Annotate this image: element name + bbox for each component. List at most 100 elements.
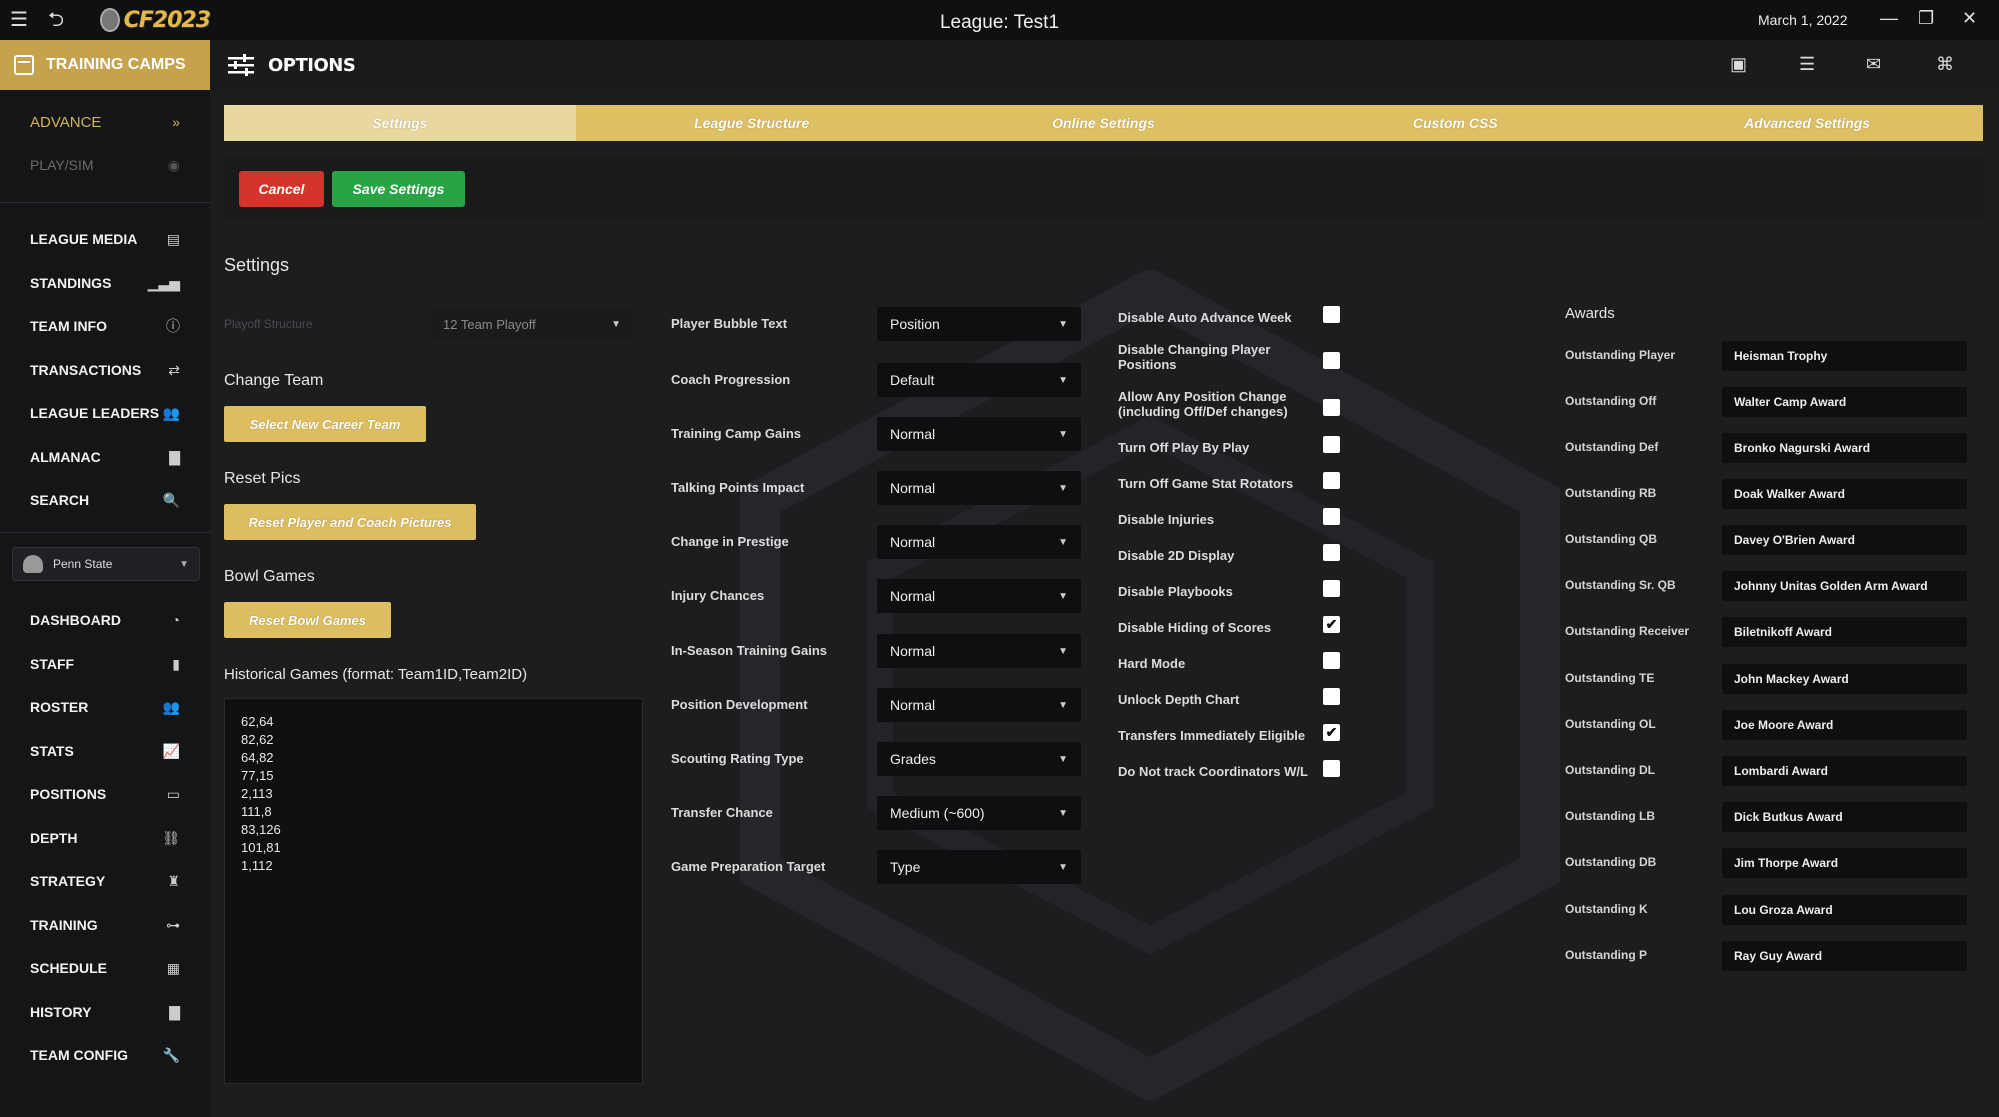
tab-online-settings[interactable]: Online Settings (928, 105, 1280, 141)
select-new-career-team-button[interactable]: Select New Career Team (224, 406, 426, 442)
award-input-outstanding-rb[interactable]: Doak Walker Award (1722, 479, 1967, 509)
sidebar-item-league-leaders[interactable]: LEAGUE LEADERS 👥 (0, 393, 210, 433)
award-label: Outstanding Def (1565, 440, 1659, 454)
caret-down-icon: ▼ (1058, 318, 1068, 330)
award-label: Outstanding Receiver (1565, 624, 1690, 638)
sidebar-item-almanac[interactable]: ALMANAC ▇ (0, 437, 210, 477)
award-input-outstanding-def[interactable]: Bronko Nagurski Award (1722, 433, 1967, 463)
sidebar-advance[interactable]: ADVANCE » (0, 102, 210, 142)
training-camp-gains-select[interactable]: Normal ▼ (877, 417, 1081, 451)
award-input-outstanding-receiver[interactable]: Biletnikoff Award (1722, 617, 1967, 647)
line-chart-icon: 📈 (162, 742, 180, 759)
award-input-outstanding-ol[interactable]: Joe Moore Award (1722, 710, 1967, 740)
award-input-outstanding-dl[interactable]: Lombardi Award (1722, 756, 1967, 786)
historical-games-heading: Historical Games (format: Team1ID,Team2I… (224, 666, 528, 683)
scouting-rating-type-select[interactable]: Grades ▼ (877, 742, 1081, 776)
in-season-training-gains-select[interactable]: Normal ▼ (877, 634, 1081, 668)
mail-icon[interactable]: ✉ (1866, 54, 1881, 75)
sidebar-item-strategy[interactable]: STRATEGY ♜ (0, 861, 210, 901)
sidebar-item-schedule[interactable]: SCHEDULE ▦ (0, 948, 210, 988)
injury-chances-select[interactable]: Normal ▼ (877, 579, 1081, 613)
dropdown-label: Game Preparation Target (671, 859, 826, 874)
sidebar-item-training[interactable]: TRAINING ⊶ (0, 905, 210, 945)
disable-playbooks-checkbox[interactable] (1323, 580, 1340, 597)
checkbox-label: Turn Off Game Stat Rotators (1118, 476, 1294, 491)
talking-points-impact-select[interactable]: Normal ▼ (877, 471, 1081, 505)
award-input-outstanding-k[interactable]: Lou Groza Award (1722, 895, 1967, 925)
allow-any-position-change-checkbox[interactable] (1323, 399, 1340, 416)
checkbox-label: Disable Injuries (1118, 512, 1215, 527)
caret-down-icon: ▼ (1058, 536, 1068, 548)
disable-injuries-checkbox[interactable] (1323, 508, 1340, 525)
award-input-outstanding-db[interactable]: Jim Thorpe Award (1722, 848, 1967, 878)
award-input-outstanding-sr-qb[interactable]: Johnny Unitas Golden Arm Award (1722, 571, 1967, 601)
sidebar-item-league-media[interactable]: LEAGUE MEDIA ▤ (0, 219, 210, 259)
newspaper-icon: ▤ (166, 230, 180, 247)
title-bar: ☰ ⮌ CF2023 League: Test1 March 1, 2022 —… (0, 0, 1999, 40)
player-bubble-text-select[interactable]: Position ▼ (877, 307, 1081, 341)
transfers-immediately-eligible-checkbox[interactable]: ✔ (1323, 724, 1340, 741)
sidebar-item-stats[interactable]: STATS 📈 (0, 731, 210, 771)
disable-hiding-of-scores-checkbox[interactable]: ✔ (1323, 616, 1340, 633)
sidebar-play-sim[interactable]: PLAY/SIM ◉ (0, 145, 210, 185)
award-input-outstanding-p[interactable]: Ray Guy Award (1722, 941, 1967, 971)
checkbox-label: Allow Any Position Change (including Off… (1118, 389, 1288, 419)
sidebar-item-staff[interactable]: STAFF ▮ (0, 644, 210, 684)
tab-custom-css[interactable]: Custom CSS (1279, 105, 1631, 141)
sidebar-item-standings[interactable]: STANDINGS ▁▃▅ (0, 263, 210, 303)
award-input-outstanding-off[interactable]: Walter Camp Award (1722, 387, 1967, 417)
caret-down-icon: ▼ (1058, 699, 1068, 711)
game-preparation-target-select[interactable]: Type ▼ (877, 850, 1081, 884)
sidebar-item-dashboard[interactable]: DASHBOARD ◔ (0, 600, 210, 640)
chess-icon: ♜ (167, 872, 180, 889)
disable-2d-display-checkbox[interactable] (1323, 544, 1340, 561)
position-development-select[interactable]: Normal ▼ (877, 688, 1081, 722)
briefcase-icon[interactable]: ▣ (1730, 54, 1747, 75)
award-input-outstanding-player[interactable]: Heisman Trophy (1722, 341, 1967, 371)
reset-bowl-games-button[interactable]: Reset Bowl Games (224, 602, 391, 638)
tab-league-structure[interactable]: League Structure (576, 105, 928, 141)
sidebar-item-transactions[interactable]: TRANSACTIONS ⇄ (0, 350, 210, 390)
cancel-button[interactable]: Cancel (239, 171, 324, 207)
training-camps-button[interactable]: TRAINING CAMPS (0, 40, 210, 90)
sidebar-item-history[interactable]: HISTORY ▇ (0, 992, 210, 1032)
award-input-outstanding-qb[interactable]: Davey O'Brien Award (1722, 525, 1967, 555)
checkbox-label: Disable Auto Advance Week (1118, 310, 1292, 325)
checkbox-label: Disable 2D Display (1118, 548, 1235, 563)
award-input-outstanding-lb[interactable]: Dick Butkus Award (1722, 802, 1967, 832)
turn-off-play-by-play-checkbox[interactable] (1323, 436, 1340, 453)
reset-player-coach-pictures-button[interactable]: Reset Player and Coach Pictures (224, 504, 476, 540)
sidebar-item-team-config[interactable]: TEAM CONFIG 🔧 (0, 1035, 210, 1075)
maximize-icon[interactable]: ❐ (1918, 8, 1934, 29)
award-label: Outstanding RB (1565, 486, 1657, 500)
transfer-chance-select[interactable]: Medium (~600) ▼ (877, 796, 1081, 830)
dropdown-label: Injury Chances (671, 588, 765, 603)
minimize-icon[interactable]: — (1880, 8, 1898, 29)
users-icon: 👥 (162, 404, 180, 421)
turn-off-game-stat-rotators-checkbox[interactable] (1323, 472, 1340, 489)
sidebar-item-roster[interactable]: ROSTER 👥 (0, 687, 210, 727)
double-chevron-right-icon: » (172, 114, 180, 130)
unlock-depth-chart-checkbox[interactable] (1323, 688, 1340, 705)
disable-auto-advance-week-checkbox[interactable] (1323, 306, 1340, 323)
database-icon[interactable]: ☰ (1799, 54, 1815, 75)
sidebar-item-search[interactable]: SEARCH 🔍 (0, 480, 210, 520)
tab-settings[interactable]: Settings (224, 105, 576, 141)
disable-changing-player-positions-checkbox[interactable] (1323, 352, 1340, 369)
team-selector[interactable]: Penn State ▼ (12, 547, 200, 581)
tab-advanced-settings[interactable]: Advanced Settings (1631, 105, 1983, 141)
coach-progression-select[interactable]: Default ▼ (877, 363, 1081, 397)
do-not-track-coordinators-checkbox[interactable] (1323, 760, 1340, 777)
save-settings-button[interactable]: Save Settings (332, 171, 465, 207)
sidebar-item-positions[interactable]: POSITIONS ▭ (0, 774, 210, 814)
historical-games-textarea[interactable]: 62,64 82,62 64,82 77,15 2,113 111,8 83,1… (224, 698, 643, 1084)
change-in-prestige-select[interactable]: Normal ▼ (877, 525, 1081, 559)
sidebar-item-depth[interactable]: DEPTH ⛓ (0, 818, 210, 858)
id-card-icon: ▭ (166, 785, 180, 802)
award-input-outstanding-te[interactable]: John Mackey Award (1722, 664, 1967, 694)
wrench-icon: 🔧 (162, 1046, 180, 1063)
binoculars-icon[interactable]: ⌘ (1936, 54, 1954, 75)
hard-mode-checkbox[interactable] (1323, 652, 1340, 669)
close-icon[interactable]: ✕ (1962, 8, 1977, 29)
sidebar-item-team-info[interactable]: TEAM INFO ⓘ (0, 306, 210, 346)
